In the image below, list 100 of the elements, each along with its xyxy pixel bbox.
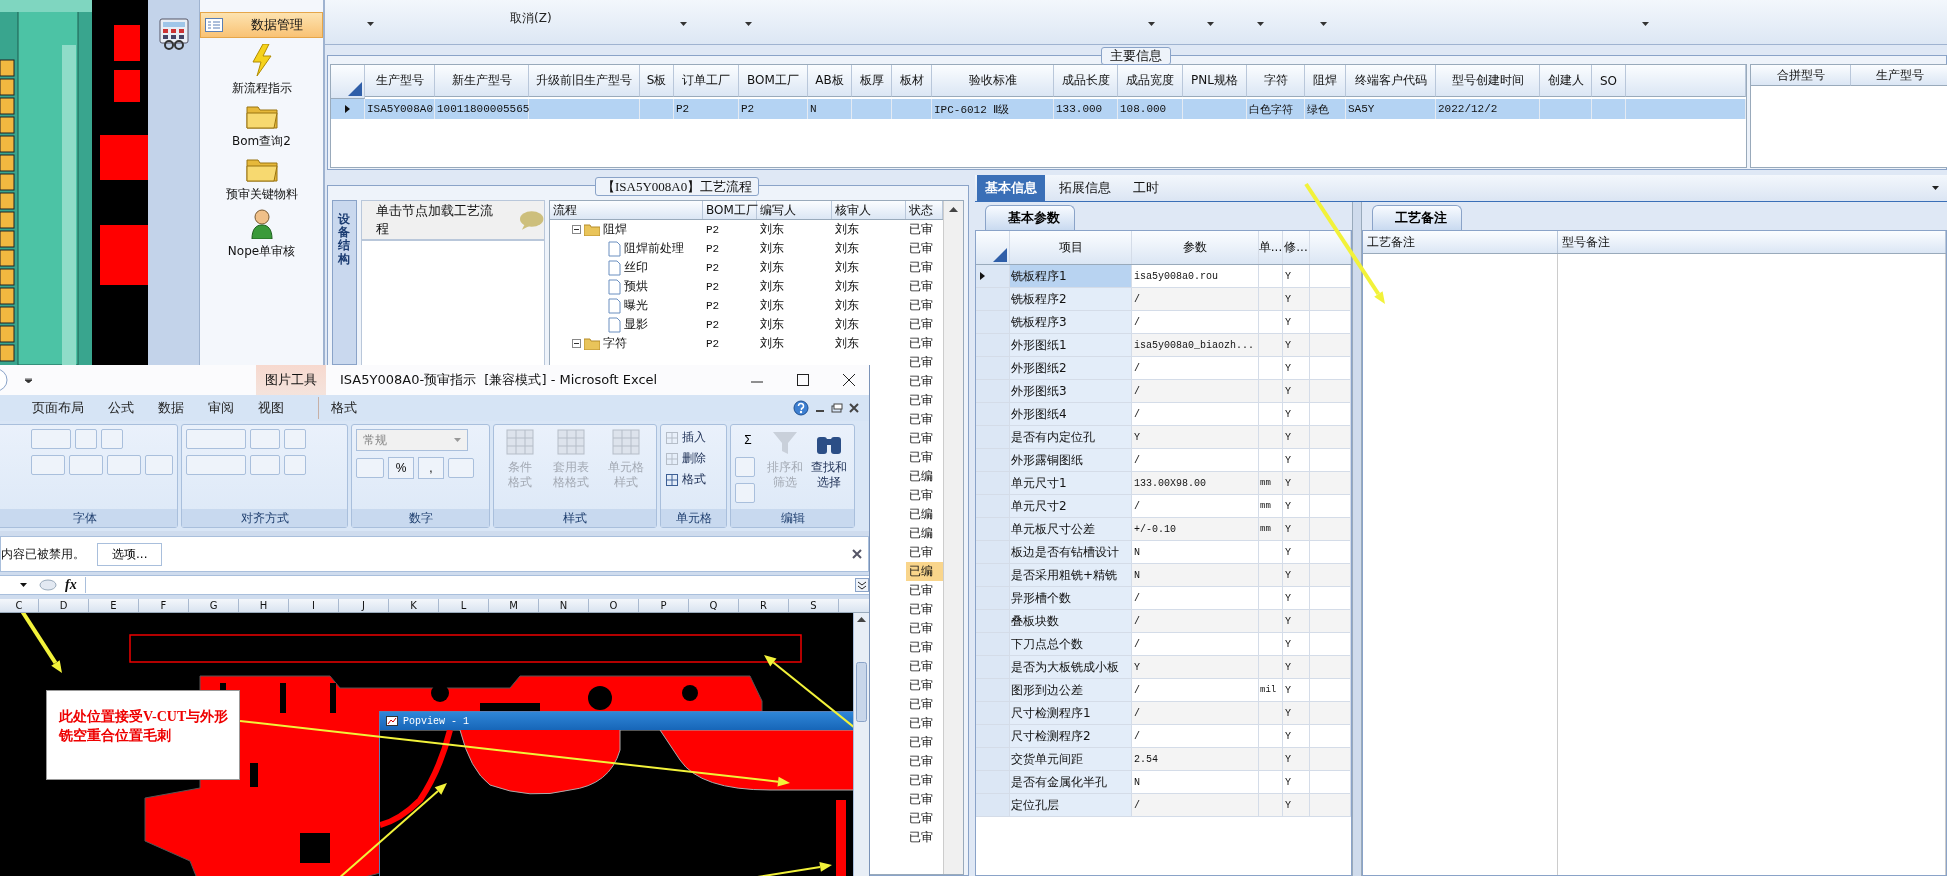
column-header[interactable]: 流程 xyxy=(550,201,703,219)
tool-label[interactable]: 预审关键物料 xyxy=(225,186,298,203)
column-header[interactable]: 验收标准 xyxy=(932,65,1054,97)
tree-node-label[interactable]: 丝印 xyxy=(624,259,648,276)
tree-row[interactable]: 丝印 P2 刘东 刘东 已审 xyxy=(550,258,943,277)
table-cell[interactable]: 已编 xyxy=(906,467,943,486)
column-header[interactable]: M xyxy=(489,599,539,612)
help-icon[interactable] xyxy=(793,400,809,416)
column-header[interactable]: 项目 xyxy=(1010,231,1132,264)
table-cell[interactable]: 已审 xyxy=(906,828,943,847)
number-style-button[interactable]: % xyxy=(388,457,414,479)
tree-row[interactable]: 阻焊 P2 刘东 刘东 已审 xyxy=(550,220,943,239)
column-header[interactable]: 新生产型号 xyxy=(435,65,529,97)
expand-name-box-icon[interactable] xyxy=(39,579,57,591)
vertical-tab[interactable]: 设备结构 xyxy=(332,200,357,365)
ribbon-tab[interactable]: 公式 xyxy=(96,397,146,419)
table-cell[interactable]: 已审 xyxy=(906,372,943,391)
column-header[interactable]: G xyxy=(189,599,239,612)
restore-icon[interactable] xyxy=(831,403,843,413)
column-header[interactable]: 板厚 xyxy=(852,65,892,97)
table-cell[interactable]: 已审 xyxy=(906,638,943,657)
dropdown-caret-icon[interactable] xyxy=(1932,186,1939,190)
tree-node-label[interactable]: 阻焊 xyxy=(603,221,627,238)
column-header[interactable]: PNL规格 xyxy=(1183,65,1247,97)
column-header[interactable]: 编写人 xyxy=(757,201,832,219)
column-header[interactable]: R xyxy=(739,599,789,612)
dropdown-caret-icon[interactable] xyxy=(1641,22,1649,26)
tree-node-label[interactable]: 阻焊前处理 xyxy=(624,240,684,257)
column-header[interactable]: O xyxy=(589,599,639,612)
column-header[interactable]: 升级前旧生产型号 xyxy=(529,65,640,97)
column-header[interactable]: Q xyxy=(689,599,739,612)
column-header[interactable]: 成品宽度 xyxy=(1118,65,1183,97)
table-cell[interactable]: 已审 xyxy=(906,486,943,505)
table-cell[interactable]: 已编 xyxy=(906,524,943,543)
dropdown-caret-icon[interactable] xyxy=(20,583,27,587)
tree-node-label[interactable]: 显影 xyxy=(624,316,648,333)
tree-node-label[interactable]: 曝光 xyxy=(624,297,648,314)
table-cell[interactable]: 已审 xyxy=(906,752,943,771)
column-header[interactable]: 订单工厂 xyxy=(674,65,739,97)
column-header[interactable]: 核审人 xyxy=(832,201,906,219)
table-cell[interactable]: 已审 xyxy=(906,771,943,790)
table-cell[interactable]: 已审 xyxy=(906,676,943,695)
dropdown-caret-icon[interactable] xyxy=(367,22,374,26)
column-header[interactable]: E xyxy=(89,599,139,612)
column-header[interactable]: 生产型号 xyxy=(1851,65,1947,86)
table-cell[interactable]: 已审 xyxy=(906,391,943,410)
tool-label[interactable]: Nope单审核 xyxy=(227,243,296,260)
column-header[interactable]: 型号备注 xyxy=(1558,231,1946,253)
table-cell[interactable]: 已审 xyxy=(906,581,943,600)
table-cell[interactable]: 已审 xyxy=(906,695,943,714)
dropdown-caret-icon[interactable] xyxy=(25,377,32,383)
ribbon-tab[interactable]: 审阅 xyxy=(196,397,246,419)
expand-formula-icon[interactable] xyxy=(855,578,869,592)
close-icon[interactable] xyxy=(849,403,859,413)
autosum-button[interactable]: Σ xyxy=(735,429,761,451)
font-color-button[interactable] xyxy=(107,455,141,475)
close-icon[interactable] xyxy=(852,549,862,559)
dropdown-caret-icon[interactable] xyxy=(679,22,687,26)
clear-button[interactable] xyxy=(735,483,755,503)
table-cell[interactable]: 已编 xyxy=(906,505,943,524)
insert-function-button[interactable]: fx xyxy=(65,577,77,593)
column-header[interactable]: BOM工厂 xyxy=(739,65,808,97)
office-button-icon[interactable] xyxy=(0,369,10,391)
collapse-icon[interactable] xyxy=(572,339,581,348)
calculator-icon[interactable] xyxy=(158,18,189,50)
tree-row[interactable]: 阻焊前处理 P2 刘东 刘东 已审 xyxy=(550,239,943,258)
ribbon-tab[interactable]: 视图 xyxy=(246,397,296,419)
ribbon-button[interactable]: 查找和选择 xyxy=(809,429,849,490)
column-header[interactable]: 阻焊 xyxy=(1305,65,1346,97)
column-header[interactable]: 型号创建时间 xyxy=(1436,65,1540,97)
align-left-button[interactable] xyxy=(186,455,246,475)
column-header[interactable]: AB板 xyxy=(808,65,852,97)
fill-button[interactable] xyxy=(735,457,755,477)
column-header[interactable]: 终端客户代码 xyxy=(1346,65,1436,97)
ribbon-tab[interactable]: 数据 xyxy=(146,397,196,419)
column-header[interactable]: S xyxy=(789,599,839,612)
scroll-thumb-icon[interactable] xyxy=(856,662,867,722)
align-top-button[interactable] xyxy=(186,429,246,449)
tab[interactable]: 工时 xyxy=(1125,175,1167,201)
table-cell[interactable]: 已审 xyxy=(906,448,943,467)
column-header[interactable]: 创建人 xyxy=(1540,65,1592,97)
column-header[interactable]: I xyxy=(289,599,339,612)
tree-node-label[interactable]: 字符 xyxy=(603,335,627,352)
scroll-up-icon[interactable] xyxy=(857,617,866,622)
table-cell[interactable]: 已审 xyxy=(906,790,943,809)
column-header[interactable]: 生产型号 xyxy=(365,65,435,97)
column-header[interactable]: 成品长度 xyxy=(1054,65,1118,97)
column-header[interactable]: 修... xyxy=(1283,231,1310,264)
ribbon-tab[interactable]: 格式 xyxy=(318,397,369,419)
table-cell[interactable]: 已审 xyxy=(906,410,943,429)
column-header[interactable]: SO xyxy=(1592,65,1626,97)
tree-row[interactable]: 预烘 P2 刘东 刘东 已审 xyxy=(550,277,943,296)
tool-label[interactable]: Bom查询2 xyxy=(232,133,291,150)
ribbon-tab[interactable]: 页面布局 xyxy=(20,397,96,419)
table-cell[interactable]: 已审 xyxy=(906,429,943,448)
collapse-icon[interactable] xyxy=(572,225,581,234)
phonetic-button[interactable] xyxy=(145,455,173,475)
tree-node-label[interactable]: 预烘 xyxy=(624,278,648,295)
column-header[interactable]: K xyxy=(389,599,439,612)
tool-label[interactable]: 新流程指示 xyxy=(231,80,292,97)
